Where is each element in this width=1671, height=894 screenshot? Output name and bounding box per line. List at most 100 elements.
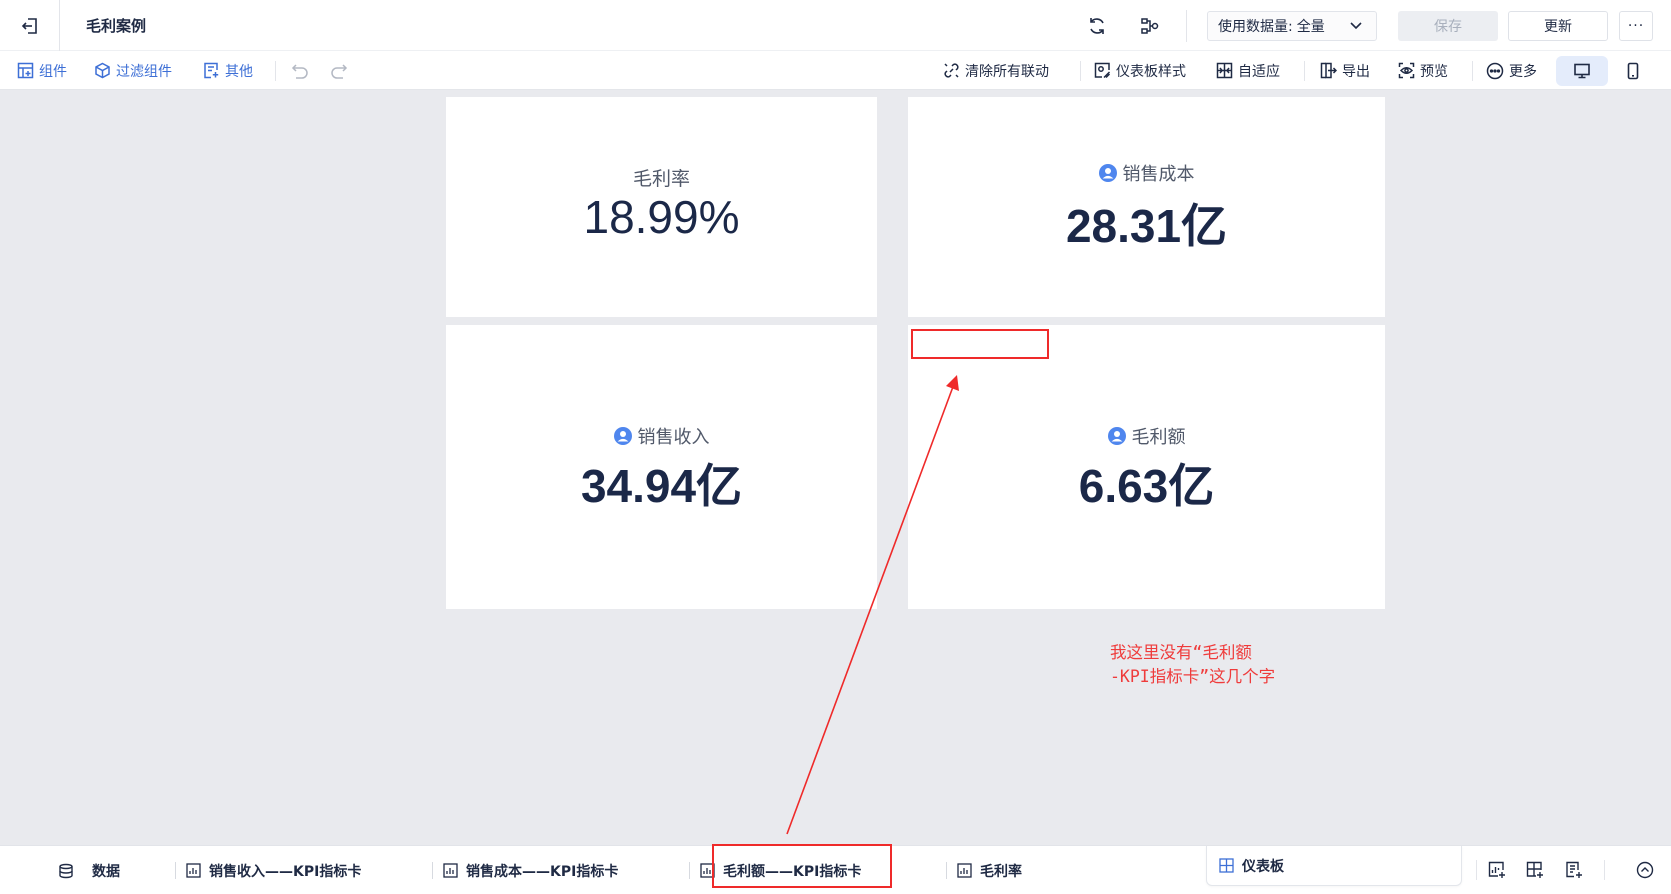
annotation-note: 我这里没有“毛利额 -KPI指标卡”这几个字 bbox=[1110, 641, 1275, 689]
update-button[interactable]: 更新 bbox=[1508, 11, 1608, 41]
kpi-label-text: 毛利额 bbox=[1131, 427, 1186, 448]
divider bbox=[1472, 61, 1473, 81]
kpi-value: 6.63亿 bbox=[1078, 460, 1215, 512]
divider bbox=[59, 0, 60, 51]
dashboard-style-label: 仪表板样式 bbox=[1116, 63, 1186, 80]
desktop-icon bbox=[1574, 63, 1590, 79]
filter-component-label: 过滤组件 bbox=[116, 63, 172, 80]
kpi-value: 34.94亿 bbox=[580, 460, 743, 512]
database-icon bbox=[59, 863, 73, 878]
new-report-icon bbox=[1566, 861, 1582, 878]
data-amount-select[interactable]: 使用数据量: 全量 bbox=[1207, 11, 1377, 41]
kpi-card-sales-cost[interactable]: 销售成本 28.31亿 bbox=[908, 97, 1385, 317]
tab-label: 毛利额——KPI指标卡 bbox=[723, 863, 862, 880]
other-button[interactable]: 其他 bbox=[203, 51, 253, 90]
tab-label: 仪表板 bbox=[1242, 858, 1284, 875]
person-icon bbox=[1098, 164, 1117, 182]
lineage-icon bbox=[1141, 18, 1159, 34]
kpi-card-gross-profit[interactable]: 毛利额 6.63亿 bbox=[908, 325, 1385, 609]
add-component-button[interactable]: 组件 bbox=[17, 51, 67, 90]
mobile-view-button[interactable] bbox=[1618, 56, 1648, 86]
divider bbox=[1080, 61, 1081, 81]
collapse-button[interactable] bbox=[1631, 856, 1659, 884]
divider bbox=[1476, 860, 1477, 880]
other-label: 其他 bbox=[225, 63, 253, 80]
save-button[interactable]: 保存 bbox=[1398, 11, 1498, 41]
chart-icon bbox=[957, 863, 972, 878]
data-amount-label: 使用数据量: bbox=[1218, 19, 1293, 35]
export-icon bbox=[1320, 62, 1337, 79]
tab-gross-margin-rate[interactable]: 毛利率 bbox=[957, 846, 1022, 894]
preview-button[interactable]: 预览 bbox=[1398, 51, 1448, 90]
other-icon bbox=[204, 62, 219, 79]
desktop-view-button[interactable] bbox=[1556, 56, 1608, 86]
new-component-icon bbox=[1488, 861, 1505, 878]
divider bbox=[1304, 61, 1305, 81]
tab-label: 销售收入——KPI指标卡 bbox=[209, 863, 362, 880]
adaptive-label: 自适应 bbox=[1238, 63, 1280, 80]
person-icon bbox=[1107, 427, 1126, 445]
divider bbox=[275, 61, 276, 81]
top-bar: 毛利案例 使用数据量: 全量 保存 更新 ··· bbox=[0, 0, 1671, 51]
new-report-button[interactable] bbox=[1560, 856, 1588, 884]
exit-icon bbox=[21, 18, 37, 34]
new-component-button[interactable] bbox=[1483, 856, 1511, 884]
clear-linkage-label: 清除所有联动 bbox=[965, 63, 1049, 80]
tab-label: 销售成本——KPI指标卡 bbox=[466, 863, 619, 880]
kpi-label: 销售收入 bbox=[446, 423, 877, 449]
mobile-icon bbox=[1627, 62, 1639, 80]
data-amount-value: 全量 bbox=[1296, 19, 1325, 35]
kpi-label: 销售成本 bbox=[908, 160, 1385, 186]
kpi-label-text: 毛利率 bbox=[632, 168, 690, 190]
export-button[interactable]: 导出 bbox=[1320, 51, 1370, 90]
divider bbox=[946, 862, 947, 879]
page-title: 毛利案例 bbox=[86, 17, 147, 35]
chevron-up-circle-icon bbox=[1636, 861, 1654, 879]
kpi-label-text: 销售收入 bbox=[637, 427, 710, 448]
toolbar: 组件 过滤组件 其他 清除所有联动 仪表板样式 自适应 导出 预览 更多 bbox=[0, 51, 1671, 90]
new-dashboard-button[interactable] bbox=[1521, 856, 1549, 884]
more-circle-icon bbox=[1486, 62, 1504, 79]
preview-icon bbox=[1398, 62, 1415, 79]
adaptive-button[interactable]: 自适应 bbox=[1216, 51, 1280, 90]
lineage-button[interactable] bbox=[1136, 12, 1164, 40]
chart-icon bbox=[186, 863, 201, 878]
kpi-label-text: 销售成本 bbox=[1122, 164, 1195, 185]
clear-linkage-button[interactable]: 清除所有联动 bbox=[943, 51, 1049, 90]
redo-button[interactable] bbox=[330, 51, 348, 90]
bottom-tab-bar: 数据 销售收入——KPI指标卡 销售成本——KPI指标卡 毛利额——KPI指标卡… bbox=[0, 845, 1671, 894]
add-component-icon bbox=[17, 62, 34, 79]
undo-button[interactable] bbox=[291, 51, 309, 90]
tab-sales-revenue-kpi[interactable]: 销售收入——KPI指标卡 bbox=[186, 846, 361, 894]
refresh-button[interactable] bbox=[1083, 12, 1111, 40]
unlink-icon bbox=[944, 63, 959, 78]
kpi-card-sales-revenue[interactable]: 销售收入 34.94亿 bbox=[446, 325, 877, 609]
exit-button[interactable] bbox=[16, 12, 44, 40]
refresh-icon bbox=[1090, 18, 1104, 34]
tab-label: 数据 bbox=[92, 863, 120, 880]
adaptive-icon bbox=[1216, 62, 1233, 79]
divider bbox=[432, 862, 433, 879]
tab-gross-profit-kpi[interactable]: 毛利额——KPI指标卡 bbox=[700, 846, 861, 894]
annotation-line: -KPI指标卡”这几个字 bbox=[1110, 667, 1276, 686]
divider bbox=[1604, 860, 1605, 880]
kpi-label: 毛利额 bbox=[908, 423, 1385, 449]
tab-data[interactable]: 数据 bbox=[58, 846, 120, 894]
more-tools-label: 更多 bbox=[1509, 63, 1537, 80]
kpi-card-gross-margin-rate[interactable]: 毛利率 18.99% bbox=[446, 97, 877, 317]
divider bbox=[175, 862, 176, 879]
filter-component-button[interactable]: 过滤组件 bbox=[94, 51, 172, 90]
divider bbox=[1186, 10, 1187, 42]
dashboard-style-button[interactable]: 仪表板样式 bbox=[1094, 51, 1186, 90]
preview-label: 预览 bbox=[1420, 63, 1448, 80]
redo-icon bbox=[331, 63, 348, 79]
more-tools-button[interactable]: 更多 bbox=[1486, 51, 1537, 90]
more-menu-button[interactable]: ··· bbox=[1619, 11, 1653, 41]
tab-sales-cost-kpi[interactable]: 销售成本——KPI指标卡 bbox=[443, 846, 618, 894]
tab-dashboard[interactable]: 仪表板 bbox=[1206, 846, 1462, 886]
person-icon bbox=[613, 427, 632, 445]
tab-label: 毛利率 bbox=[980, 863, 1022, 880]
dashboard-icon bbox=[1219, 858, 1234, 873]
dashboard-style-icon bbox=[1094, 62, 1111, 79]
add-component-label: 组件 bbox=[39, 63, 67, 80]
